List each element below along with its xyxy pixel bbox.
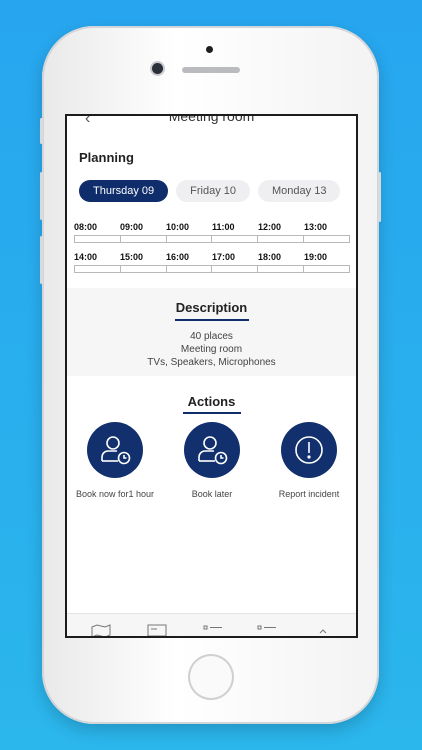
- time-slot[interactable]: [119, 235, 166, 243]
- map-icon[interactable]: [91, 624, 111, 636]
- id-card-icon[interactable]: [147, 624, 167, 636]
- time-label: 09:00: [120, 222, 144, 232]
- time-label: 16:00: [166, 252, 190, 262]
- book-now-label: Book now for1 hour: [75, 489, 155, 499]
- time-slot[interactable]: [165, 235, 212, 243]
- time-label: 17:00: [212, 252, 236, 262]
- time-label: 18:00: [258, 252, 282, 262]
- actions-title: Actions: [187, 394, 236, 409]
- actions-section: Actions Book now for1 hour Book later Re…: [67, 378, 356, 524]
- planning-section: Planning Thursday 09 Friday 10 Monday 13…: [67, 138, 356, 288]
- planning-title: Planning: [79, 150, 134, 165]
- volume-down-button: [40, 236, 43, 284]
- description-line: Meeting room: [180, 344, 243, 355]
- user-clock-icon: [184, 422, 240, 478]
- book-later-button[interactable]: Book later: [164, 422, 260, 500]
- front-sensor: [206, 46, 213, 53]
- time-label: 11:00: [212, 222, 235, 232]
- time-label: 12:00: [258, 222, 282, 232]
- time-label: 19:00: [304, 252, 328, 262]
- user-clock-icon: [87, 422, 143, 478]
- time-label: 13:00: [304, 222, 328, 232]
- title-underline: [182, 412, 241, 414]
- time-label: 10:00: [166, 222, 190, 232]
- day-tab-thursday[interactable]: Thursday 09: [79, 180, 169, 202]
- description-section: Description 40 places Meeting room TVs, …: [67, 288, 356, 376]
- report-incident-button[interactable]: Report incident: [261, 422, 356, 500]
- volume-up-button: [40, 172, 43, 220]
- time-slot[interactable]: [119, 265, 166, 273]
- day-selector: Thursday 09 Friday 10 Monday 13: [79, 180, 341, 202]
- app-screen: ‹ Meeting room Planning Thursday 09 Frid…: [65, 114, 358, 638]
- book-later-label: Book later: [191, 489, 233, 499]
- title-underline: [174, 319, 249, 321]
- time-grid-afternoon: 14:00 15:00 16:00 17:00 18:00 19:00: [74, 252, 350, 273]
- list-icon[interactable]: [203, 624, 223, 636]
- time-label: 08:00: [74, 222, 98, 232]
- front-camera: [152, 63, 163, 74]
- list-icon[interactable]: [257, 624, 277, 636]
- top-bar: ‹ Meeting room: [67, 116, 356, 139]
- description-title: Description: [175, 300, 248, 315]
- time-slot[interactable]: [211, 265, 258, 273]
- time-slot[interactable]: [74, 235, 120, 243]
- time-slot[interactable]: [74, 265, 120, 273]
- alert-circle-icon: [281, 422, 337, 478]
- report-incident-label: Report incident: [278, 489, 340, 499]
- time-slot[interactable]: [303, 235, 350, 243]
- time-label: 15:00: [120, 252, 144, 262]
- power-button: [378, 172, 381, 222]
- description-line: TVs, Speakers, Microphones: [147, 357, 276, 368]
- time-slot[interactable]: [303, 265, 350, 273]
- day-tab-monday[interactable]: Monday 13: [258, 180, 341, 202]
- book-now-button[interactable]: Book now for1 hour: [67, 422, 163, 500]
- time-slot[interactable]: [257, 235, 304, 243]
- time-label: 14:00: [74, 252, 98, 262]
- page-title: Meeting room: [168, 114, 255, 124]
- earpiece-speaker: [182, 67, 240, 73]
- time-grid-morning: 08:00 09:00 10:00 11:00 12:00 13:00: [74, 222, 350, 243]
- bottom-tab-bar: [67, 613, 356, 636]
- mute-switch: [40, 118, 43, 144]
- time-slot[interactable]: [257, 265, 304, 273]
- home-button[interactable]: [190, 656, 232, 698]
- description-line: 40 places: [190, 331, 233, 342]
- chevron-up-icon[interactable]: [313, 624, 333, 636]
- day-tab-friday[interactable]: Friday 10: [176, 180, 251, 202]
- time-slot[interactable]: [165, 265, 212, 273]
- time-slot[interactable]: [211, 235, 258, 243]
